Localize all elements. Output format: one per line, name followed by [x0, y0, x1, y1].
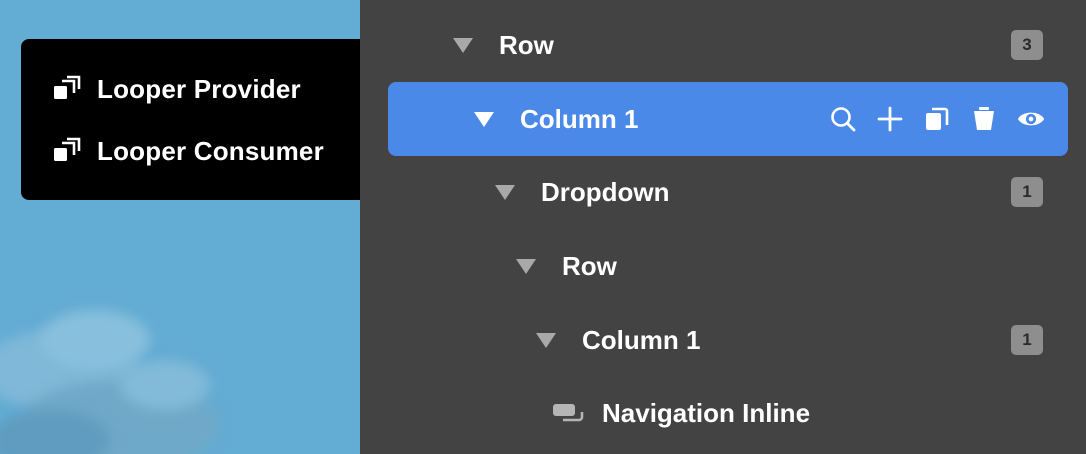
caret-down-icon[interactable] — [536, 332, 556, 348]
child-count-badge: 1 — [1011, 177, 1043, 207]
duplicate-icon[interactable] — [922, 104, 952, 134]
caret-down-icon[interactable] — [474, 111, 494, 127]
row-actions — [828, 82, 1046, 156]
tree-row-label: Dropdown — [541, 176, 670, 207]
tree-row-label: Navigation Inline — [602, 397, 811, 428]
caret-down-icon[interactable] — [453, 37, 473, 53]
navigation-icon — [550, 399, 586, 427]
tree-row-label: Column 1 — [520, 103, 639, 134]
tree-row-row[interactable]: Row — [360, 236, 1086, 296]
tree-row-label: Row — [562, 250, 617, 281]
navigator-panel: Row 3 Column 1 Dropdown 1 Row Column 1 1… — [360, 0, 1086, 454]
child-count-badge: 3 — [1011, 30, 1043, 60]
tree-row-row[interactable]: Row 3 — [360, 15, 1086, 75]
caret-down-icon[interactable] — [495, 184, 515, 200]
tree-row-label: Column 1 — [582, 324, 701, 355]
tree-row-navigation-inline[interactable]: Navigation Inline — [360, 383, 1086, 443]
copy-stack-icon — [53, 75, 81, 103]
popup-item-looper-provider[interactable]: Looper Provider — [53, 71, 301, 107]
search-icon[interactable] — [828, 104, 858, 134]
tree-row-dropdown[interactable]: Dropdown 1 — [360, 162, 1086, 222]
copy-stack-icon — [53, 137, 81, 165]
trash-icon[interactable] — [969, 104, 999, 134]
popup-item-looper-consumer[interactable]: Looper Consumer — [53, 133, 324, 169]
plus-icon[interactable] — [875, 104, 905, 134]
tree-row-column-selected[interactable]: Column 1 — [388, 82, 1068, 156]
tree-row-column[interactable]: Column 1 1 — [360, 310, 1086, 370]
popup-item-label: Looper Provider — [97, 73, 301, 104]
popup-item-label: Looper Consumer — [97, 135, 324, 166]
caret-down-icon[interactable] — [516, 258, 536, 274]
tree-row-label: Row — [499, 29, 554, 60]
add-element-popup: Looper Provider Looper Consumer — [21, 39, 369, 200]
child-count-badge: 1 — [1011, 325, 1043, 355]
eye-icon[interactable] — [1016, 104, 1046, 134]
